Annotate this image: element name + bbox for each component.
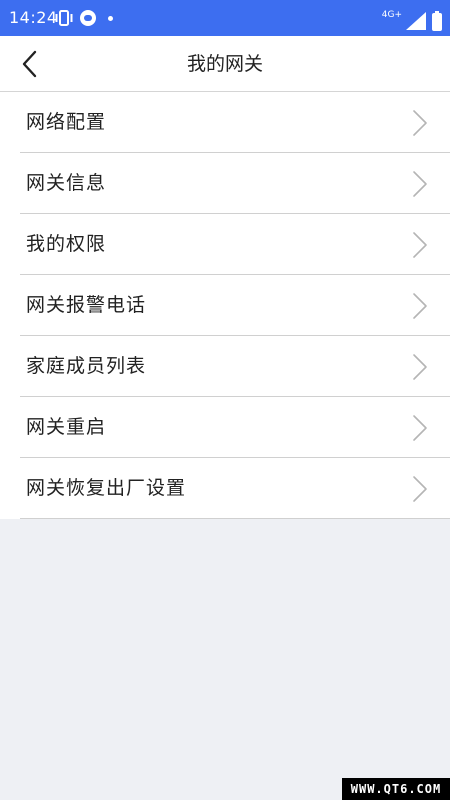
status-icons-right: 4G+ — [382, 7, 442, 31]
menu-item-label: 我的权限 — [26, 233, 107, 255]
chevron-right-icon — [413, 476, 427, 502]
vibrate-icon — [55, 10, 73, 26]
menu-item-label: 网关报警电话 — [26, 294, 147, 316]
chevron-right-icon — [413, 293, 427, 319]
chevron-right-icon — [413, 415, 427, 441]
menu-list: 网络配置 网关信息 我的权限 网关报警电话 家庭成员列表 网关重启 网关恢复出厂… — [0, 92, 450, 519]
menu-item-family-members[interactable]: 家庭成员列表 — [0, 336, 450, 397]
status-bar: 14:24 4G+ — [0, 0, 450, 36]
status-time: 14:24 — [9, 8, 58, 27]
menu-item-gateway-info[interactable]: 网关信息 — [0, 153, 450, 214]
chevron-right-icon — [413, 354, 427, 380]
menu-item-factory-reset[interactable]: 网关恢复出厂设置 — [0, 458, 450, 519]
weather-icon — [80, 10, 96, 26]
network-type-label: 4G+ — [381, 10, 402, 20]
watermark: WWW.QT6.COM — [342, 778, 450, 800]
chevron-right-icon — [413, 171, 427, 197]
menu-item-label: 家庭成员列表 — [26, 355, 147, 377]
menu-item-label: 网关恢复出厂设置 — [26, 477, 187, 499]
header: 我的网关 — [0, 36, 450, 92]
dot-icon — [108, 15, 113, 21]
battery-icon — [432, 11, 442, 31]
chevron-right-icon — [413, 232, 427, 258]
signal-icon — [406, 12, 426, 30]
menu-item-my-permissions[interactable]: 我的权限 — [0, 214, 450, 275]
status-icons-left — [54, 9, 113, 27]
menu-item-alarm-phone[interactable]: 网关报警电话 — [0, 275, 450, 336]
page-title: 我的网关 — [186, 53, 263, 75]
chevron-right-icon — [413, 110, 427, 136]
menu-item-gateway-restart[interactable]: 网关重启 — [0, 397, 450, 458]
menu-item-network-config[interactable]: 网络配置 — [0, 92, 450, 153]
menu-item-label: 网络配置 — [26, 111, 107, 133]
menu-item-label: 网关信息 — [26, 172, 107, 194]
menu-item-label: 网关重启 — [26, 416, 107, 438]
